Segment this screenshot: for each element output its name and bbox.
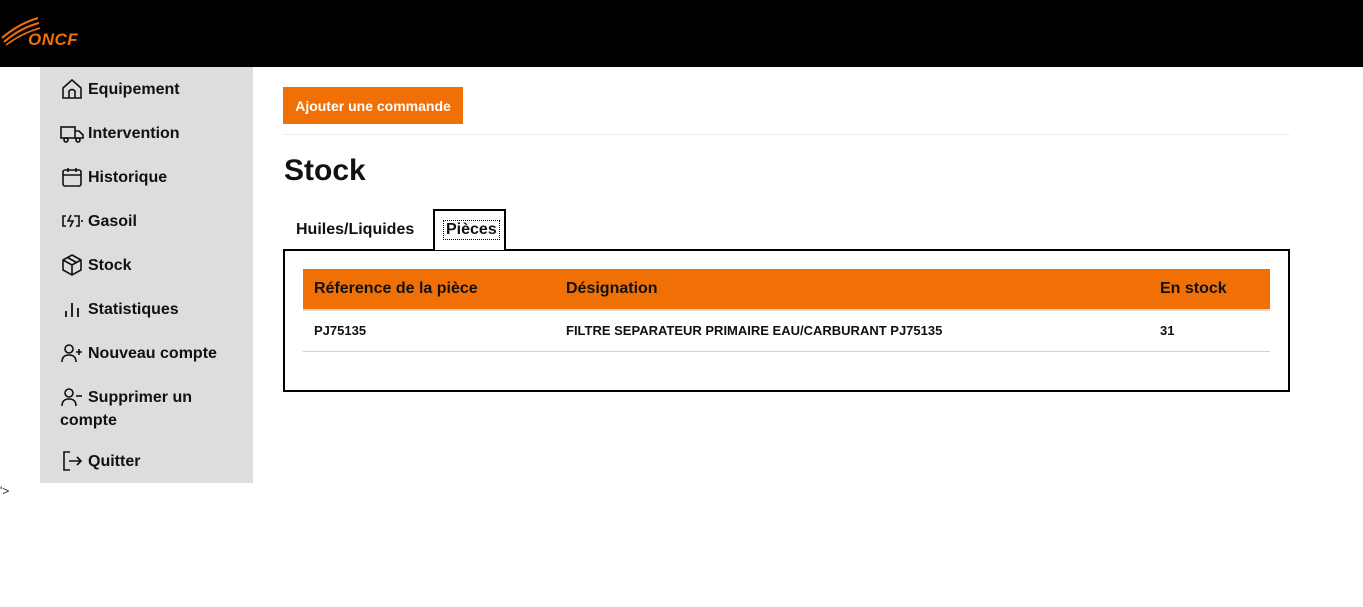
sidebar-item-label: Gasoil xyxy=(88,213,137,230)
battery-charging-icon xyxy=(60,209,84,233)
tab-huiles-liquides[interactable]: Huiles/Liquides xyxy=(296,221,414,239)
cell-reference: PJ75135 xyxy=(314,323,367,338)
bar-chart-icon xyxy=(60,297,84,321)
sidebar-item-stock[interactable]: Stock xyxy=(60,253,250,277)
sidebar-item-label: Nouveau compte xyxy=(88,345,217,362)
column-header-designation[interactable]: Désignation xyxy=(566,280,658,298)
divider xyxy=(283,134,1290,135)
sidebar-item-gasoil[interactable]: Gasoil xyxy=(60,209,250,233)
truck-icon xyxy=(60,121,84,145)
sidebar-item-statistiques[interactable]: Statistiques xyxy=(60,297,250,321)
logo-text: ONCF xyxy=(28,30,79,49)
sidebar-item-nouveau-compte[interactable]: Nouveau compte xyxy=(60,341,250,365)
box-icon xyxy=(60,253,84,277)
table-row[interactable]: PJ75135 FILTRE SEPARATEUR PRIMAIRE EAU/C… xyxy=(303,310,1270,352)
stray-text: '> xyxy=(0,484,10,498)
sidebar-item-label: Stock xyxy=(88,257,132,274)
sidebar-item-historique[interactable]: Historique xyxy=(60,165,250,189)
logout-icon xyxy=(60,449,84,473)
tab-label: Pièces xyxy=(443,220,500,240)
sidebar: Equipement Intervention Historique Gasoi… xyxy=(40,67,253,483)
user-minus-icon xyxy=(60,385,84,409)
table-header: Réference de la pièce Désignation En sto… xyxy=(303,269,1270,309)
column-header-reference[interactable]: Réference de la pièce xyxy=(314,280,478,298)
calendar-icon xyxy=(60,165,84,189)
home-icon xyxy=(60,77,84,101)
top-header: ONCF xyxy=(0,0,1363,67)
oncf-logo[interactable]: ONCF xyxy=(0,14,90,54)
sidebar-item-supprimer-compte[interactable]: Supprimer un compte xyxy=(60,385,250,432)
cell-en-stock: 31 xyxy=(1160,323,1175,338)
cell-designation: FILTRE SEPARATEUR PRIMAIRE EAU/CARBURANT… xyxy=(566,323,943,338)
sidebar-item-intervention[interactable]: Intervention xyxy=(60,121,250,145)
tab-pieces[interactable]: Pièces xyxy=(433,209,506,250)
user-plus-icon xyxy=(60,341,84,365)
column-header-en-stock[interactable]: En stock xyxy=(1160,280,1227,298)
sidebar-item-label: Intervention xyxy=(88,125,180,142)
sidebar-item-label: Statistiques xyxy=(88,301,179,318)
page-title: Stock xyxy=(284,154,366,187)
sidebar-item-equipement[interactable]: Equipement xyxy=(60,77,250,101)
add-order-button[interactable]: Ajouter une commande xyxy=(283,87,463,124)
sidebar-item-quitter[interactable]: Quitter xyxy=(60,449,250,473)
sidebar-item-label: Historique xyxy=(88,169,168,186)
sidebar-item-label: Quitter xyxy=(88,453,141,470)
sidebar-item-label: Equipement xyxy=(88,81,180,98)
